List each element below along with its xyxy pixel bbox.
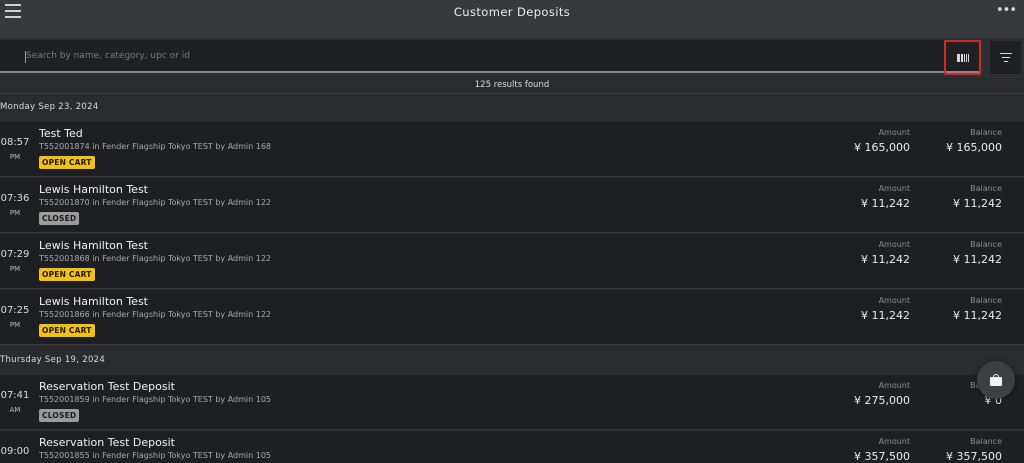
date-header: Monday Sep 23, 2024 [0, 102, 99, 112]
row-ampm: PM [9, 209, 21, 217]
row-time: 07:25 [0, 305, 30, 316]
shopping-bag-icon [990, 374, 1002, 386]
amount-value: ¥ 275,000 [854, 394, 910, 407]
barcode-scan-button[interactable] [944, 40, 981, 75]
row-ampm: PM [9, 265, 21, 273]
deposit-row[interactable]: 09:00 Reservation Test Deposit T55200185… [0, 431, 1024, 463]
text-cursor [25, 51, 26, 63]
amount-value: ¥ 165,000 [854, 141, 910, 154]
amount-label: Amount [878, 437, 910, 446]
balance-value: ¥ 11,242 [953, 197, 1002, 210]
row-ampm: PM [9, 153, 21, 161]
search-field[interactable] [0, 40, 981, 73]
row-time: 08:57 [0, 137, 30, 148]
amount-value: ¥ 11,242 [861, 197, 910, 210]
search-bar [0, 38, 1024, 78]
top-bar: Customer Deposits ••• [0, 0, 1024, 38]
balance-value: ¥ 11,242 [953, 253, 1002, 266]
more-dots-icon[interactable]: ••• [996, 3, 1017, 18]
row-time: 09:00 [0, 446, 30, 457]
customer-name: Lewis Hamilton Test [39, 239, 148, 252]
deposit-row[interactable]: 08:57 PM Test Ted T552001874 in Fender F… [0, 122, 1024, 177]
customer-name: Lewis Hamilton Test [39, 295, 148, 308]
customer-name: Lewis Hamilton Test [39, 183, 148, 196]
transaction-details: T552001855 in Fender Flagship Tokyo TEST… [39, 451, 272, 460]
amount-value: ¥ 357,500 [854, 450, 910, 463]
status-badge: OPEN CART [39, 324, 95, 337]
deposit-row[interactable]: 07:41 AM Reservation Test Deposit T55200… [0, 375, 1024, 430]
amount-value: ¥ 11,242 [861, 253, 910, 266]
amount-label: Amount [878, 240, 910, 249]
amount-label: Amount [878, 128, 910, 137]
status-badge: OPEN CART [39, 156, 95, 169]
balance-label: Balance [970, 437, 1002, 446]
row-time: 07:29 [0, 249, 30, 260]
transaction-details: T552001866 in Fender Flagship Tokyo TEST… [39, 310, 272, 319]
status-badge: OPEN CART [39, 268, 95, 281]
transaction-details: T552001870 in Fender Flagship Tokyo TEST… [39, 198, 272, 207]
row-ampm: PM [9, 321, 21, 329]
page-title: Customer Deposits [453, 5, 571, 19]
customer-name: Reservation Test Deposit [39, 380, 175, 393]
balance-label: Balance [970, 128, 1002, 137]
customer-name: Test Ted [39, 127, 83, 140]
transaction-details: T552001868 in Fender Flagship Tokyo TEST… [39, 254, 272, 263]
amount-value: ¥ 11,242 [861, 309, 910, 322]
amount-label: Amount [878, 381, 910, 390]
row-time: 07:41 [0, 390, 30, 401]
search-input[interactable] [0, 40, 981, 71]
row-time: 07:36 [0, 193, 30, 204]
status-badge: CLOSED [39, 409, 80, 422]
amount-label: Amount [878, 184, 910, 193]
deposit-row[interactable]: 07:29 PM Lewis Hamilton Test T552001868 … [0, 234, 1024, 289]
filter-button[interactable] [990, 41, 1021, 74]
balance-value: ¥ 165,000 [946, 141, 1002, 154]
deposit-row[interactable]: 07:25 PM Lewis Hamilton Test T552001866 … [0, 290, 1024, 345]
transaction-details: T552001874 in Fender Flagship Tokyo TEST… [39, 142, 272, 151]
barcode-icon [956, 53, 969, 62]
balance-label: Balance [970, 296, 1002, 305]
balance-value: ¥ 11,242 [953, 309, 1002, 322]
amount-label: Amount [878, 296, 910, 305]
status-badge: CLOSED [39, 212, 80, 225]
cart-fab-button[interactable] [977, 361, 1015, 399]
balance-label: Balance [970, 184, 1002, 193]
results-count: 125 results found [474, 80, 550, 90]
date-header: Thursday Sep 19, 2024 [0, 355, 106, 365]
transaction-details: T552001859 in Fender Flagship Tokyo TEST… [39, 395, 272, 404]
balance-label: Balance [970, 240, 1002, 249]
row-ampm: AM [9, 406, 21, 414]
customer-name: Reservation Test Deposit [39, 436, 175, 449]
divider [0, 93, 1024, 94]
deposit-row[interactable]: 07:36 PM Lewis Hamilton Test T552001870 … [0, 178, 1024, 233]
balance-value: ¥ 357,500 [946, 450, 1002, 463]
